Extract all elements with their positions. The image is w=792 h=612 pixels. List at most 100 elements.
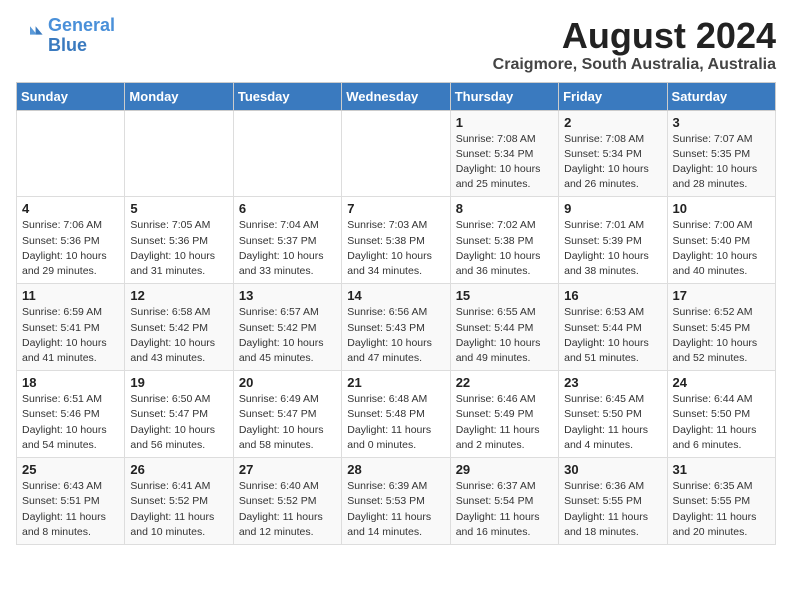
day-number: 19 (130, 375, 227, 390)
page-subtitle: Craigmore, South Australia, Australia (493, 56, 776, 74)
day-info: Sunrise: 6:45 AMSunset: 5:50 PMDaylight:… (564, 392, 661, 453)
day-info: Sunrise: 6:44 AMSunset: 5:50 PMDaylight:… (673, 392, 770, 453)
day-info: Sunrise: 7:01 AMSunset: 5:39 PMDaylight:… (564, 218, 661, 279)
day-info: Sunrise: 7:07 AMSunset: 5:35 PMDaylight:… (673, 132, 770, 193)
day-info: Sunrise: 6:49 AMSunset: 5:47 PMDaylight:… (239, 392, 336, 453)
day-info: Sunrise: 6:50 AMSunset: 5:47 PMDaylight:… (130, 392, 227, 453)
day-number: 28 (347, 462, 444, 477)
calendar-table: SundayMondayTuesdayWednesdayThursdayFrid… (16, 82, 776, 545)
logo-text: General Blue (48, 16, 115, 56)
day-info: Sunrise: 6:55 AMSunset: 5:44 PMDaylight:… (456, 305, 553, 366)
calendar-cell: 19 Sunrise: 6:50 AMSunset: 5:47 PMDayligh… (125, 371, 233, 458)
calendar-cell: 20 Sunrise: 6:49 AMSunset: 5:47 PMDayligh… (233, 371, 341, 458)
day-info: Sunrise: 7:02 AMSunset: 5:38 PMDaylight:… (456, 218, 553, 279)
day-info: Sunrise: 6:52 AMSunset: 5:45 PMDaylight:… (673, 305, 770, 366)
day-info: Sunrise: 6:40 AMSunset: 5:52 PMDaylight:… (239, 479, 336, 540)
day-info: Sunrise: 6:58 AMSunset: 5:42 PMDaylight:… (130, 305, 227, 366)
calendar-cell (17, 110, 125, 197)
calendar-week-2: 4 Sunrise: 7:06 AMSunset: 5:36 PMDaylight… (17, 197, 776, 284)
calendar-cell: 18 Sunrise: 6:51 AMSunset: 5:46 PMDayligh… (17, 371, 125, 458)
calendar-cell (342, 110, 450, 197)
logo-icon (16, 22, 44, 50)
day-number: 10 (673, 201, 770, 216)
day-info: Sunrise: 6:51 AMSunset: 5:46 PMDaylight:… (22, 392, 119, 453)
page-header: General Blue August 2024 Craigmore, Sout… (16, 16, 776, 74)
calendar-header-wednesday: Wednesday (342, 82, 450, 110)
calendar-cell: 10 Sunrise: 7:00 AMSunset: 5:40 PMDayligh… (667, 197, 775, 284)
calendar-week-3: 11 Sunrise: 6:59 AMSunset: 5:41 PMDayligh… (17, 284, 776, 371)
day-number: 13 (239, 288, 336, 303)
day-number: 11 (22, 288, 119, 303)
day-number: 3 (673, 115, 770, 130)
day-number: 26 (130, 462, 227, 477)
calendar-week-5: 25 Sunrise: 6:43 AMSunset: 5:51 PMDayligh… (17, 458, 776, 545)
day-number: 17 (673, 288, 770, 303)
day-number: 29 (456, 462, 553, 477)
day-info: Sunrise: 7:05 AMSunset: 5:36 PMDaylight:… (130, 218, 227, 279)
day-info: Sunrise: 6:56 AMSunset: 5:43 PMDaylight:… (347, 305, 444, 366)
day-number: 21 (347, 375, 444, 390)
calendar-cell: 29Sunrise: 6:37 AMSunset: 5:54 PMDayligh… (450, 458, 558, 545)
day-number: 8 (456, 201, 553, 216)
day-info: Sunrise: 6:43 AMSunset: 5:51 PMDaylight:… (22, 479, 119, 540)
calendar-week-1: 1Sunrise: 7:08 AMSunset: 5:34 PMDaylight… (17, 110, 776, 197)
calendar-cell: 1Sunrise: 7:08 AMSunset: 5:34 PMDaylight… (450, 110, 558, 197)
calendar-cell: 11 Sunrise: 6:59 AMSunset: 5:41 PMDayligh… (17, 284, 125, 371)
day-number: 2 (564, 115, 661, 130)
day-info: Sunrise: 6:53 AMSunset: 5:44 PMDaylight:… (564, 305, 661, 366)
calendar-header-thursday: Thursday (450, 82, 558, 110)
calendar-cell: 12Sunrise: 6:58 AMSunset: 5:42 PMDayligh… (125, 284, 233, 371)
calendar-header-saturday: Saturday (667, 82, 775, 110)
day-info: Sunrise: 6:46 AMSunset: 5:49 PMDaylight:… (456, 392, 553, 453)
calendar-cell: 26 Sunrise: 6:41 AMSunset: 5:52 PMDayligh… (125, 458, 233, 545)
calendar-cell: 4 Sunrise: 7:06 AMSunset: 5:36 PMDaylight… (17, 197, 125, 284)
day-info: Sunrise: 6:35 AMSunset: 5:55 PMDaylight:… (673, 479, 770, 540)
logo: General Blue (16, 16, 115, 56)
calendar-cell: 21 Sunrise: 6:48 AMSunset: 5:48 PMDayligh… (342, 371, 450, 458)
calendar-cell: 28Sunrise: 6:39 AMSunset: 5:53 PMDayligh… (342, 458, 450, 545)
calendar-cell (233, 110, 341, 197)
day-info: Sunrise: 7:06 AMSunset: 5:36 PMDaylight:… (22, 218, 119, 279)
calendar-header-friday: Friday (559, 82, 667, 110)
calendar-cell: 6Sunrise: 7:04 AMSunset: 5:37 PMDaylight… (233, 197, 341, 284)
calendar-header-monday: Monday (125, 82, 233, 110)
calendar-cell: 30Sunrise: 6:36 AMSunset: 5:55 PMDayligh… (559, 458, 667, 545)
calendar-cell: 22Sunrise: 6:46 AMSunset: 5:49 PMDayligh… (450, 371, 558, 458)
calendar-cell: 17 Sunrise: 6:52 AMSunset: 5:45 PMDayligh… (667, 284, 775, 371)
day-number: 6 (239, 201, 336, 216)
calendar-cell: 2 Sunrise: 7:08 AMSunset: 5:34 PMDaylight… (559, 110, 667, 197)
day-number: 31 (673, 462, 770, 477)
calendar-cell: 27Sunrise: 6:40 AMSunset: 5:52 PMDayligh… (233, 458, 341, 545)
day-number: 18 (22, 375, 119, 390)
day-number: 7 (347, 201, 444, 216)
calendar-cell: 5 Sunrise: 7:05 AMSunset: 5:36 PMDaylight… (125, 197, 233, 284)
day-info: Sunrise: 7:08 AMSunset: 5:34 PMDaylight:… (456, 132, 553, 193)
day-info: Sunrise: 6:48 AMSunset: 5:48 PMDaylight:… (347, 392, 444, 453)
day-info: Sunrise: 7:08 AMSunset: 5:34 PMDaylight:… (564, 132, 661, 193)
day-number: 16 (564, 288, 661, 303)
day-number: 9 (564, 201, 661, 216)
calendar-cell: 23 Sunrise: 6:45 AMSunset: 5:50 PMDayligh… (559, 371, 667, 458)
calendar-header-row: SundayMondayTuesdayWednesdayThursdayFrid… (17, 82, 776, 110)
day-number: 25 (22, 462, 119, 477)
day-number: 5 (130, 201, 227, 216)
day-info: Sunrise: 7:00 AMSunset: 5:40 PMDaylight:… (673, 218, 770, 279)
calendar-cell: 13Sunrise: 6:57 AMSunset: 5:42 PMDayligh… (233, 284, 341, 371)
calendar-cell (125, 110, 233, 197)
day-number: 4 (22, 201, 119, 216)
day-number: 15 (456, 288, 553, 303)
day-info: Sunrise: 6:36 AMSunset: 5:55 PMDaylight:… (564, 479, 661, 540)
day-number: 23 (564, 375, 661, 390)
calendar-cell: 24Sunrise: 6:44 AMSunset: 5:50 PMDayligh… (667, 371, 775, 458)
day-info: Sunrise: 6:59 AMSunset: 5:41 PMDaylight:… (22, 305, 119, 366)
calendar-cell: 8 Sunrise: 7:02 AMSunset: 5:38 PMDaylight… (450, 197, 558, 284)
calendar-cell: 7Sunrise: 7:03 AMSunset: 5:38 PMDaylight… (342, 197, 450, 284)
calendar-header-tuesday: Tuesday (233, 82, 341, 110)
day-info: Sunrise: 6:41 AMSunset: 5:52 PMDaylight:… (130, 479, 227, 540)
calendar-cell: 15 Sunrise: 6:55 AMSunset: 5:44 PMDayligh… (450, 284, 558, 371)
day-number: 20 (239, 375, 336, 390)
calendar-week-4: 18 Sunrise: 6:51 AMSunset: 5:46 PMDayligh… (17, 371, 776, 458)
calendar-cell: 3 Sunrise: 7:07 AMSunset: 5:35 PMDaylight… (667, 110, 775, 197)
page-title: August 2024 (493, 16, 776, 56)
title-block: August 2024 Craigmore, South Australia, … (493, 16, 776, 74)
